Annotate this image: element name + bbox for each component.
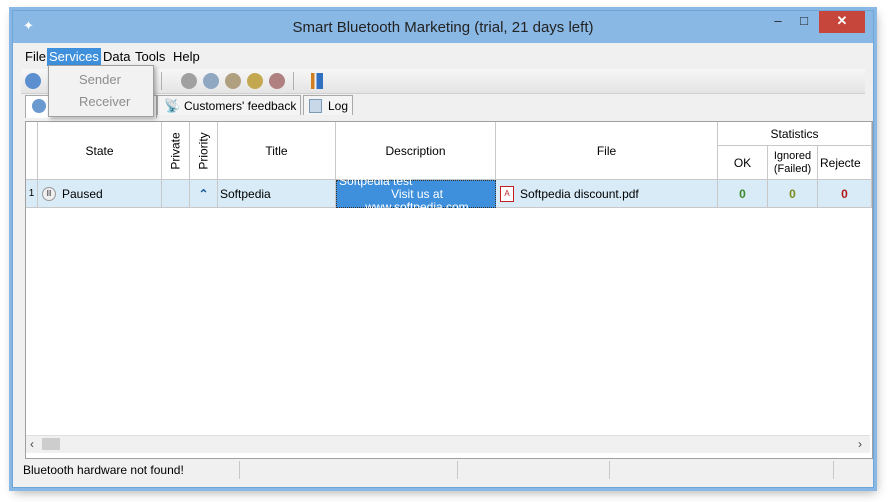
rejected-count: 0 bbox=[818, 180, 872, 208]
gear-add-icon[interactable] bbox=[181, 73, 197, 89]
log-icon bbox=[309, 99, 322, 113]
header-rejected[interactable]: Rejecte bbox=[818, 146, 872, 180]
toolbar-separator bbox=[293, 72, 294, 90]
menu-bar: File Services Data Tools Help bbox=[21, 46, 865, 66]
maximize-button[interactable]: □ bbox=[791, 11, 817, 33]
menu-item-sender[interactable]: Sender bbox=[79, 72, 121, 87]
state-value: Paused bbox=[62, 186, 103, 201]
priority-high-icon: ⌃ bbox=[198, 186, 209, 201]
header-private-label: Private bbox=[168, 131, 183, 170]
antenna-icon: 📡 bbox=[164, 98, 181, 113]
header-priority-label: Priority bbox=[196, 131, 211, 170]
priority-cell[interactable]: ⌃ bbox=[190, 180, 218, 208]
description-line2: Visit us at www.softpedia.com bbox=[365, 186, 469, 214]
tab-log-label: Log bbox=[328, 99, 349, 113]
ignored-count: 0 bbox=[768, 180, 818, 208]
menu-tools[interactable]: Tools bbox=[133, 48, 167, 66]
gear-settings-icon[interactable] bbox=[247, 73, 263, 89]
services-dropdown: Sender Receiver bbox=[48, 65, 154, 117]
toolbar-separator bbox=[161, 72, 162, 90]
status-message: Bluetooth hardware not found! bbox=[21, 461, 240, 479]
header-title[interactable]: Title bbox=[218, 122, 336, 180]
header-ignored[interactable]: Ignored (Failed) bbox=[768, 146, 818, 180]
header-priority[interactable]: Priority bbox=[190, 122, 218, 180]
header-description[interactable]: Description bbox=[336, 122, 496, 180]
row-header-corner bbox=[26, 122, 38, 180]
gear-edit-icon[interactable] bbox=[203, 73, 219, 89]
header-file[interactable]: File bbox=[496, 122, 718, 180]
status-panel-4 bbox=[611, 461, 834, 479]
status-panel-3 bbox=[459, 461, 610, 479]
status-bar: Bluetooth hardware not found! bbox=[21, 459, 873, 481]
description-line1: Softpedia test bbox=[339, 173, 413, 188]
menu-help[interactable]: Help bbox=[171, 48, 202, 66]
row-index: 1 bbox=[26, 180, 38, 208]
header-statistics: Statistics bbox=[718, 122, 872, 146]
report-icon[interactable] bbox=[311, 73, 323, 89]
minimize-button[interactable]: – bbox=[765, 11, 791, 33]
title-bar[interactable]: ✦ Smart Bluetooth Marketing (trial, 21 d… bbox=[13, 11, 873, 43]
menu-data[interactable]: Data bbox=[101, 48, 132, 66]
tab-customers-feedback[interactable]: 📡 Customers' feedback bbox=[157, 95, 301, 115]
close-button[interactable]: ✕ bbox=[819, 11, 865, 33]
menu-file[interactable]: File bbox=[23, 48, 48, 66]
ok-count: 0 bbox=[718, 180, 768, 208]
scroll-left-icon[interactable]: ‹ bbox=[30, 436, 34, 452]
broadcast-icon bbox=[32, 99, 46, 113]
scroll-thumb[interactable] bbox=[42, 438, 60, 450]
title-cell[interactable]: Softpedia bbox=[218, 180, 336, 208]
header-state[interactable]: State bbox=[38, 122, 162, 180]
header-private[interactable]: Private bbox=[162, 122, 190, 180]
description-cell[interactable]: Softpedia test Visit us at www.softpedia… bbox=[336, 174, 496, 213]
header-ok[interactable]: OK bbox=[718, 146, 768, 180]
window-title: Smart Bluetooth Marketing (trial, 21 day… bbox=[292, 19, 594, 36]
tab-customers-feedback-label: Customers' feedback bbox=[184, 99, 297, 113]
pause-icon: II bbox=[42, 186, 56, 201]
horizontal-scrollbar[interactable]: ‹ › bbox=[26, 435, 870, 453]
tab-log[interactable]: Log bbox=[303, 95, 353, 115]
campaign-grid: State Private Priority Title Description… bbox=[25, 121, 873, 459]
gear-delete-icon[interactable] bbox=[225, 73, 241, 89]
scroll-right-icon[interactable]: › bbox=[858, 436, 862, 452]
menu-item-receiver[interactable]: Receiver bbox=[79, 94, 130, 109]
state-cell[interactable]: II Paused bbox=[38, 180, 162, 208]
gear-stop-icon[interactable] bbox=[269, 73, 285, 89]
status-panel-2 bbox=[241, 461, 458, 479]
file-name: Softpedia discount.pdf bbox=[520, 186, 639, 201]
menu-services[interactable]: Services bbox=[47, 48, 101, 66]
private-cell[interactable] bbox=[162, 180, 190, 208]
file-cell[interactable]: A Softpedia discount.pdf bbox=[496, 180, 718, 208]
bluetooth-icon[interactable] bbox=[25, 73, 41, 89]
pdf-icon: A bbox=[500, 185, 514, 202]
